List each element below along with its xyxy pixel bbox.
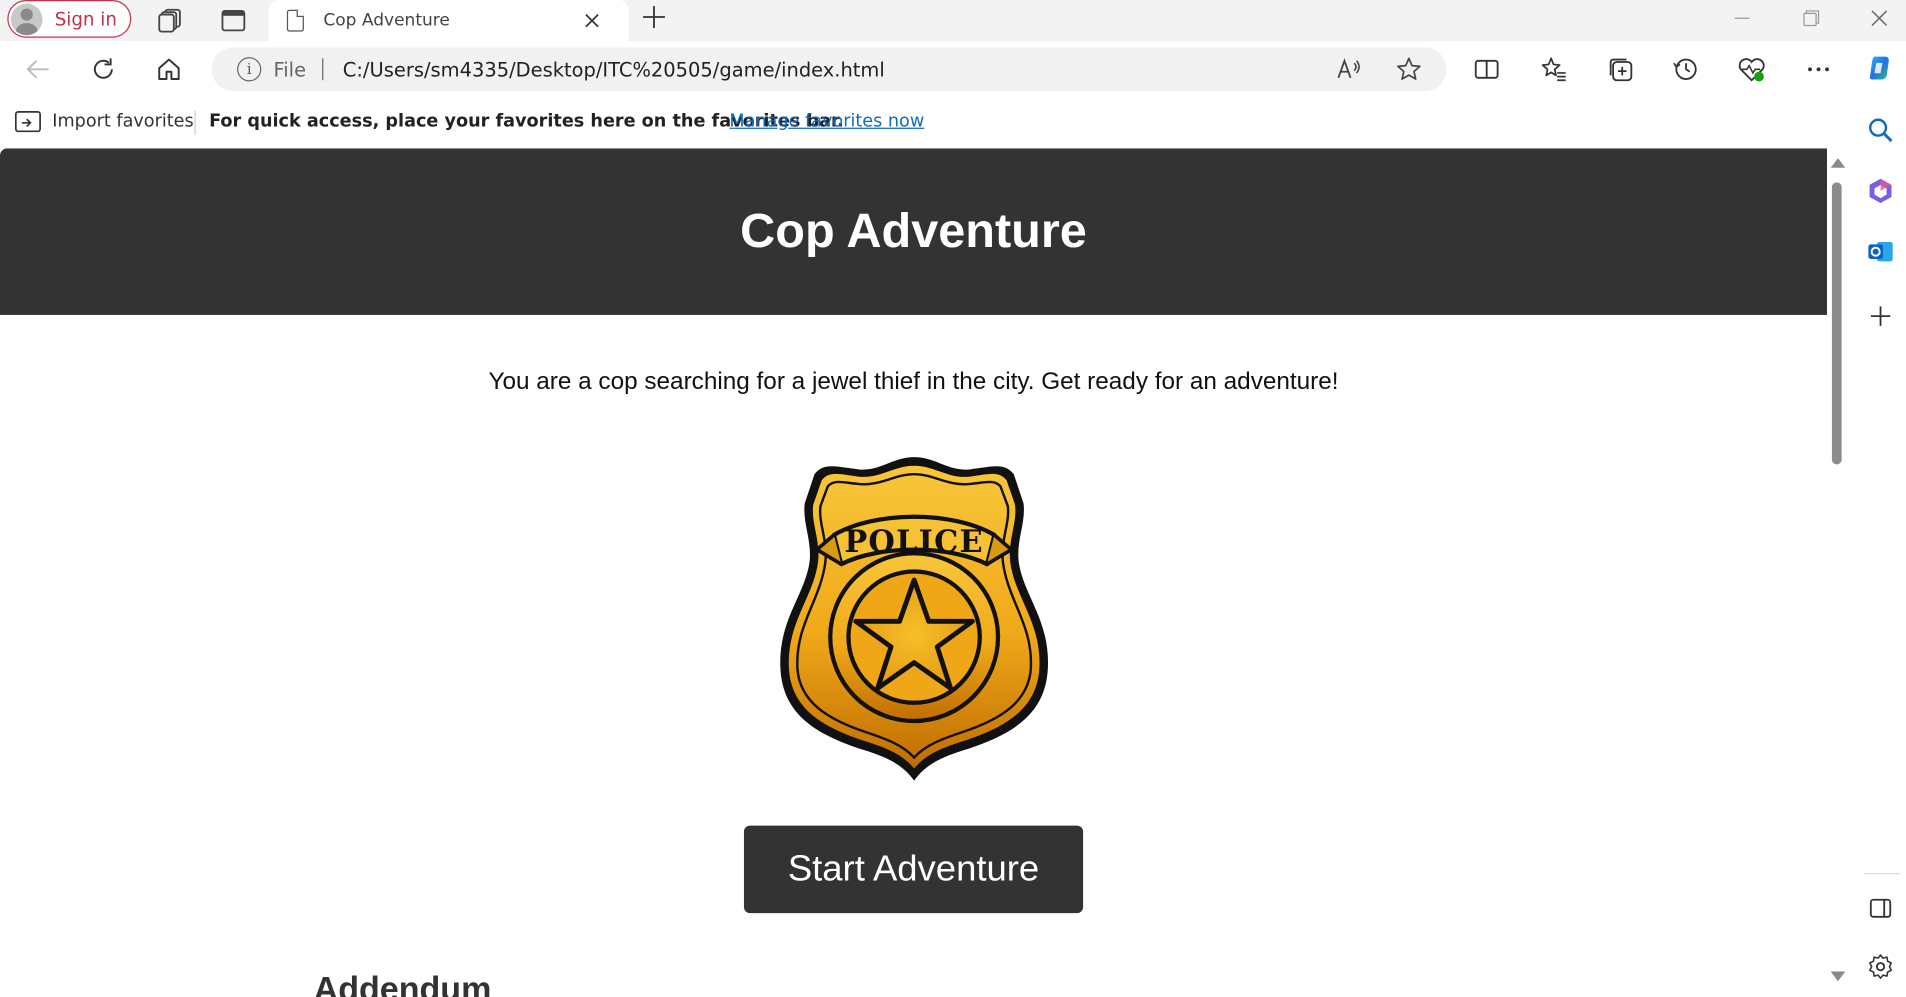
address-url[interactable]: C:/Users/sm4335/Desktop/ITC%20505/game/i… bbox=[343, 58, 885, 81]
navigation-toolbar: i File C:/Users/sm4335/Desktop/ITC%20505… bbox=[0, 41, 1854, 98]
scroll-up-arrow-icon[interactable] bbox=[1830, 158, 1846, 168]
site-info-icon[interactable]: i bbox=[237, 57, 262, 82]
intro-text: You are a cop searching for a jewel thie… bbox=[488, 368, 1339, 396]
rail-divider bbox=[1863, 873, 1900, 875]
sign-in-label: Sign in bbox=[54, 7, 117, 30]
police-badge-image: POLICE bbox=[780, 457, 1049, 781]
new-tab-icon[interactable] bbox=[641, 4, 670, 33]
scroll-down-arrow-icon[interactable] bbox=[1830, 971, 1846, 982]
start-adventure-button[interactable]: Start Adventure bbox=[743, 825, 1084, 914]
search-icon[interactable] bbox=[1866, 116, 1895, 145]
favorite-star-icon[interactable] bbox=[1394, 55, 1423, 84]
sign-in-button[interactable]: Sign in bbox=[7, 0, 132, 38]
split-screen-icon[interactable] bbox=[1471, 53, 1503, 85]
history-icon[interactable] bbox=[1670, 53, 1702, 85]
copilot-icon[interactable] bbox=[1866, 53, 1895, 82]
profile-avatar-icon bbox=[10, 3, 43, 35]
address-scheme: File bbox=[273, 58, 307, 82]
addendum-heading: Addendum bbox=[313, 970, 492, 997]
import-favorites-label: Import favorites bbox=[52, 111, 194, 132]
tab-strip: Sign in Cop Adventure bbox=[0, 0, 1906, 42]
minimize-icon[interactable] bbox=[1707, 0, 1778, 36]
address-separator bbox=[322, 58, 324, 81]
browser-essentials-icon[interactable] bbox=[1736, 53, 1768, 85]
favorites-bar: Import favorites For quick access, place… bbox=[0, 97, 1854, 149]
tab-title: Cop Adventure bbox=[323, 10, 450, 31]
address-bar[interactable]: i File C:/Users/sm4335/Desktop/ITC%20505… bbox=[211, 47, 1447, 92]
office-icon[interactable] bbox=[1866, 176, 1895, 205]
manage-favorites-link[interactable]: Manage favorites now bbox=[729, 112, 924, 131]
close-window-icon[interactable] bbox=[1844, 0, 1906, 36]
close-tab-icon[interactable] bbox=[581, 10, 603, 32]
refresh-icon[interactable] bbox=[85, 52, 121, 86]
page-header: Cop Adventure bbox=[0, 148, 1828, 315]
import-favorites-button[interactable]: Import favorites bbox=[14, 109, 194, 133]
home-icon[interactable] bbox=[151, 52, 187, 86]
sidebar-toggle-icon[interactable] bbox=[1866, 894, 1895, 923]
collections-icon[interactable] bbox=[1605, 53, 1637, 85]
vertical-tabs-icon[interactable] bbox=[218, 5, 250, 37]
workspaces-icon[interactable] bbox=[154, 5, 186, 37]
read-aloud-icon[interactable] bbox=[1335, 55, 1364, 84]
edge-sidebar bbox=[1853, 41, 1906, 997]
scrollbar-thumb[interactable] bbox=[1831, 182, 1842, 465]
page-viewport: Cop Adventure You are a cop searching fo… bbox=[0, 148, 1828, 997]
active-tab[interactable]: Cop Adventure bbox=[268, 0, 629, 42]
import-favorites-icon bbox=[14, 111, 41, 133]
page-title: Cop Adventure bbox=[740, 204, 1087, 258]
more-icon[interactable] bbox=[1803, 53, 1835, 85]
add-icon[interactable] bbox=[1866, 302, 1895, 331]
favorites-icon[interactable] bbox=[1538, 53, 1570, 85]
page-favicon-icon bbox=[286, 9, 304, 32]
back-icon[interactable] bbox=[19, 52, 55, 86]
favorites-divider bbox=[194, 110, 196, 135]
restore-icon[interactable] bbox=[1776, 0, 1847, 36]
outlook-icon[interactable] bbox=[1866, 237, 1895, 266]
settings-icon[interactable] bbox=[1866, 952, 1895, 981]
page-scrollbar[interactable] bbox=[1827, 148, 1854, 997]
